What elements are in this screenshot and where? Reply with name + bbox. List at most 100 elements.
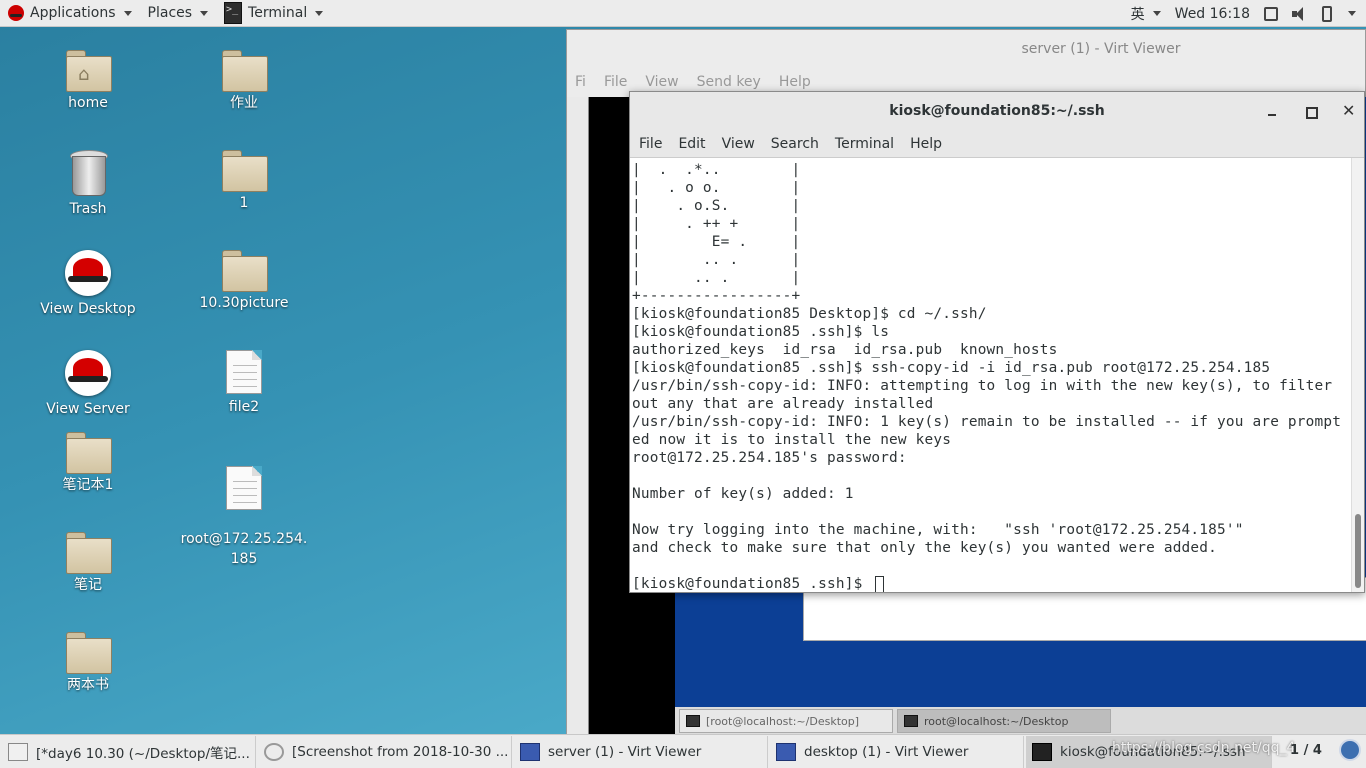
- menu-help[interactable]: Help: [779, 74, 811, 90]
- places-label: Places: [147, 5, 193, 21]
- workspace-pager[interactable]: 1 / 4: [1290, 743, 1322, 758]
- close-button[interactable]: ✕: [1342, 103, 1355, 119]
- desktop-icon-folder[interactable]: 1: [179, 150, 309, 213]
- terminal-line: +-----------------+: [632, 288, 801, 304]
- terminal-line: Now try logging into the machine, with: …: [632, 522, 1244, 538]
- terminal-line: ed now it is to install the new keys: [632, 432, 952, 448]
- taskbar-item-label: [Screenshot from 2018-10-30 ...: [292, 743, 509, 760]
- desktop-icon-view-server[interactable]: View Server: [23, 350, 153, 419]
- scrollbar[interactable]: [1351, 158, 1364, 592]
- desktop-icon-home[interactable]: ⌂ home: [23, 50, 153, 113]
- minimize-button[interactable]: [1266, 105, 1278, 117]
- redhat-logo-icon: [8, 5, 24, 21]
- menu-item[interactable]: Fi: [575, 74, 586, 90]
- icon-label: 1: [239, 195, 249, 211]
- icon-label: View Server: [46, 401, 130, 417]
- guest-task[interactable]: root@localhost:~/Desktop: [897, 709, 1111, 733]
- desktop-icon-file[interactable]: file2: [179, 350, 309, 417]
- desktop-icon-folder[interactable]: 作业: [179, 50, 309, 113]
- taskbar-item[interactable]: [Screenshot from 2018-10-30 ...: [258, 735, 512, 768]
- icon-label: home: [68, 95, 108, 111]
- system-menu-chevron-icon[interactable]: [1348, 11, 1356, 16]
- background-window-edge: [567, 97, 589, 735]
- notification-icon[interactable]: [1339, 739, 1361, 761]
- icon-label: 两本书: [67, 677, 109, 693]
- active-app-label: Terminal: [248, 5, 308, 21]
- document-icon: [226, 350, 262, 394]
- input-method-menu[interactable]: 英: [1131, 0, 1161, 27]
- folder-icon: [66, 632, 112, 674]
- text-editor-icon: [8, 742, 28, 761]
- terminal-line: | . o o. |: [632, 180, 801, 196]
- virt-viewer-icon: [776, 742, 796, 761]
- taskbar-item[interactable]: desktop (1) - Virt Viewer: [770, 735, 1024, 768]
- icon-label: file2: [228, 399, 260, 415]
- battery-icon[interactable]: [1322, 5, 1332, 22]
- terminal-window[interactable]: kiosk@foundation85:~/.ssh ✕ File Edit Vi…: [629, 91, 1365, 593]
- input-method-label: 英: [1130, 6, 1145, 23]
- chevron-down-icon: [123, 10, 132, 16]
- window-icon[interactable]: [1264, 6, 1278, 21]
- menu-terminal[interactable]: Terminal: [835, 136, 894, 152]
- menu-send-key[interactable]: Send key: [697, 74, 761, 90]
- terminal-icon: [686, 715, 700, 727]
- menu-file[interactable]: File: [639, 136, 662, 152]
- taskbar-item-label: desktop (1) - Virt Viewer: [804, 743, 969, 760]
- icon-label: Trash: [69, 201, 107, 217]
- menu-file[interactable]: File: [604, 74, 627, 90]
- terminal-line: | . .*.. |: [632, 162, 801, 178]
- folder-icon: [66, 532, 112, 574]
- terminal-line: [kiosk@foundation85 Desktop]$ cd ~/.ssh/: [632, 306, 987, 322]
- desktop-icon-folder[interactable]: 10.30picture: [179, 250, 309, 313]
- watermark-text: https://blog.csdn.net/qq_4: [1112, 740, 1296, 756]
- folder-icon: [66, 432, 112, 474]
- terminal-line: out any that are already installed: [632, 396, 934, 412]
- window-title: server (1) - Virt Viewer: [1021, 41, 1181, 57]
- terminal-line: | E= . |: [632, 234, 801, 250]
- maximize-button[interactable]: [1304, 105, 1318, 119]
- terminal-line: | . o.S. |: [632, 198, 801, 214]
- guest-task-label: root@localhost:~/Desktop: [924, 714, 1069, 728]
- menu-view[interactable]: View: [645, 74, 678, 90]
- menu-search[interactable]: Search: [771, 136, 819, 152]
- titlebar[interactable]: kiosk@foundation85:~/.ssh ✕: [630, 92, 1364, 130]
- taskbar-item[interactable]: [*day6 10.30 (~/Desktop/笔记...: [2, 735, 256, 768]
- terminal-line: [kiosk@foundation85 .ssh]$ ssh-copy-id -…: [632, 360, 1271, 376]
- redhat-logo-icon: [65, 250, 111, 296]
- desktop-icon-view-desktop[interactable]: View Desktop: [23, 250, 153, 319]
- trash-icon: [68, 150, 108, 196]
- redhat-logo-icon: [65, 350, 111, 396]
- window-title: kiosk@foundation85:~/.ssh: [889, 103, 1105, 119]
- desktop-icon-trash[interactable]: Trash: [23, 150, 153, 219]
- scrollbar-thumb[interactable]: [1355, 514, 1361, 588]
- folder-icon: [222, 250, 268, 292]
- terminal-line: Number of key(s) added: 1: [632, 486, 854, 502]
- guest-task[interactable]: [root@localhost:~/Desktop]: [679, 709, 893, 733]
- icon-label: 10.30picture: [199, 295, 289, 311]
- menu-edit[interactable]: Edit: [678, 136, 705, 152]
- terminal-prompt-line[interactable]: [kiosk@foundation85 .ssh]$: [632, 575, 1352, 592]
- desktop-icon-folder[interactable]: 两本书: [23, 632, 153, 695]
- terminal-output[interactable]: | . .*.. | | . o o. | | . o.S. | | . ++ …: [630, 158, 1352, 592]
- terminal-line: authorized_keys id_rsa id_rsa.pub known_…: [632, 342, 1058, 358]
- folder-icon: [222, 150, 268, 192]
- desktop-icon-file[interactable]: root@172.25.254. 185: [179, 450, 309, 585]
- icon-label: root@172.25.254. 185: [180, 531, 308, 567]
- text-cursor: [875, 575, 885, 592]
- volume-icon[interactable]: [1292, 6, 1308, 21]
- taskbar-item-label: [*day6 10.30 (~/Desktop/笔记...: [36, 745, 250, 762]
- places-menu[interactable]: Places: [140, 0, 217, 27]
- terminal-icon: >_: [224, 2, 243, 24]
- document-icon: [226, 466, 262, 510]
- active-app-menu[interactable]: >_ Terminal: [216, 0, 331, 27]
- terminal-icon: [904, 715, 918, 727]
- desktop-icon-folder[interactable]: 笔记本1: [23, 432, 153, 495]
- clock[interactable]: Wed 16:18: [1175, 6, 1250, 22]
- applications-menu[interactable]: Applications: [0, 0, 140, 27]
- terminal-icon: [1032, 742, 1052, 761]
- menu-help[interactable]: Help: [910, 136, 942, 152]
- desktop-icon-folder[interactable]: 笔记: [23, 532, 153, 595]
- taskbar-item[interactable]: server (1) - Virt Viewer: [514, 735, 768, 768]
- menu-view[interactable]: View: [722, 136, 755, 152]
- icon-label: 作业: [230, 95, 258, 111]
